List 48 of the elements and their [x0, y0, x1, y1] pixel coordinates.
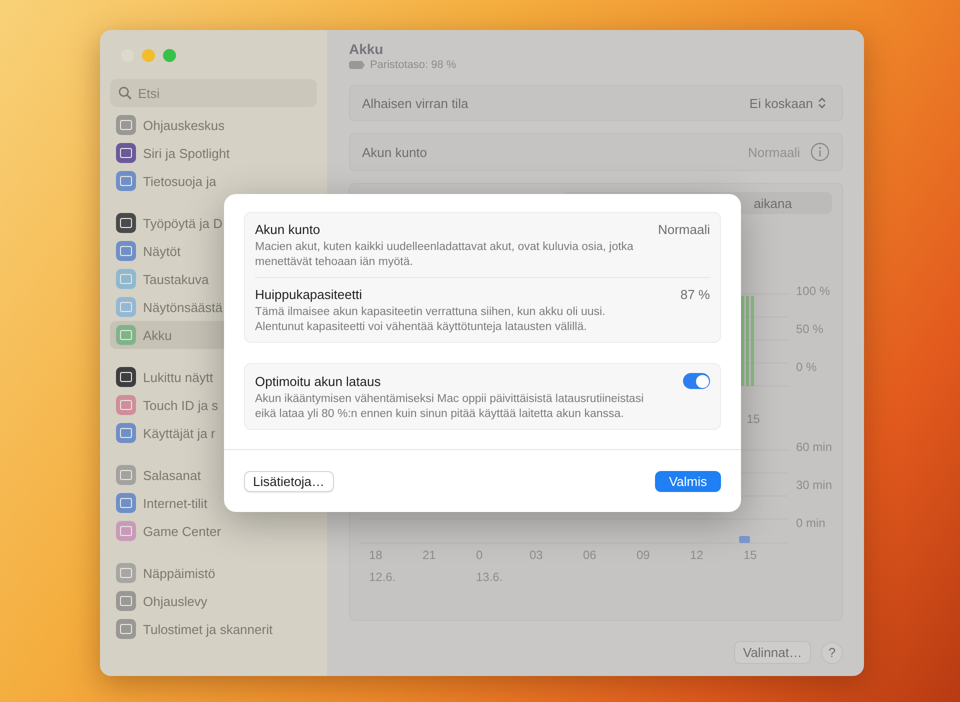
axis-label: 09 [636, 548, 651, 562]
axis-label: 30 min [796, 478, 832, 492]
search-field[interactable]: Etsi [110, 79, 317, 107]
axis-label: 06 [582, 548, 598, 562]
setting-description: Macien akut, kuten kaikki uudelleenladattavat akut, ovat kuluvia osia, jotka menettävät tehoaan iän myötä. [255, 240, 634, 270]
setting-title: Huippukapasiteetti [255, 287, 362, 302]
sidebar-item[interactable]: Game Center [110, 517, 317, 545]
chart-bar [738, 536, 750, 543]
search-icon [118, 86, 132, 100]
axis-label: 21 [422, 548, 437, 562]
help-button[interactable]: ? [821, 642, 843, 664]
setting-value: 87 % [680, 287, 710, 302]
sidebar-item[interactable]: Näppäimistö [110, 559, 317, 587]
toggle-switch[interactable] [683, 373, 710, 389]
axis-label: 100 % [796, 284, 830, 298]
date-label: 13.6. [476, 570, 504, 584]
zoom-icon[interactable] [163, 49, 176, 62]
axis-label: 03 [529, 548, 544, 562]
axis-label: 50 % [796, 322, 824, 336]
row-label: Alhaisen virran tila [362, 96, 470, 110]
minimize-icon[interactable] [142, 49, 155, 62]
setting-description: Akun ikääntymisen vähentämiseksi Mac oppii päivittäisistä latausrutiineistasi eikä lataa yli 80 %:n ennen kuin sinun pitää käyttää laitetta akun kanssa. [255, 392, 645, 422]
sidebar-item[interactable]: Ohjauslevy [110, 587, 317, 615]
axis-label: 12 [690, 548, 704, 562]
battery-icon [348, 61, 365, 69]
axis-label: 60 min [796, 440, 832, 454]
setting-title: Optimoitu akun lataus [255, 374, 381, 388]
options-button[interactable]: Valinnat… [734, 641, 811, 664]
page-title: Akku [348, 41, 384, 57]
done-button[interactable]: Valmis [655, 470, 721, 492]
axis-label: 0 % [796, 360, 818, 374]
row-label: Akun kunto [362, 144, 428, 160]
sidebar-item[interactable]: Tulostimet ja skannerit [110, 615, 317, 643]
axis-label: 15 [743, 548, 758, 562]
setting-title: Akun kunto [255, 222, 320, 237]
axis-label: 0 min [796, 516, 826, 530]
axis-label: 0 [476, 548, 484, 562]
sidebar-item[interactable]: Tietosuoja ja [110, 167, 317, 195]
setting-value: Normaali [658, 222, 710, 237]
axis-label: 18 [368, 548, 384, 562]
battery-level-text: Paristotaso: 98 % [370, 59, 456, 71]
date-label: 12.6. [368, 570, 397, 584]
sidebar-item[interactable]: Siri ja Spotlight [110, 139, 317, 167]
more-info-button[interactable]: Lisätietoja… [244, 470, 334, 492]
popup-button[interactable]: Ei koskaan [745, 94, 830, 112]
sidebar-item[interactable]: Ohjauskeskus [110, 111, 317, 139]
up-down-chevron-icon [818, 97, 826, 109]
info-icon[interactable] [810, 142, 830, 162]
